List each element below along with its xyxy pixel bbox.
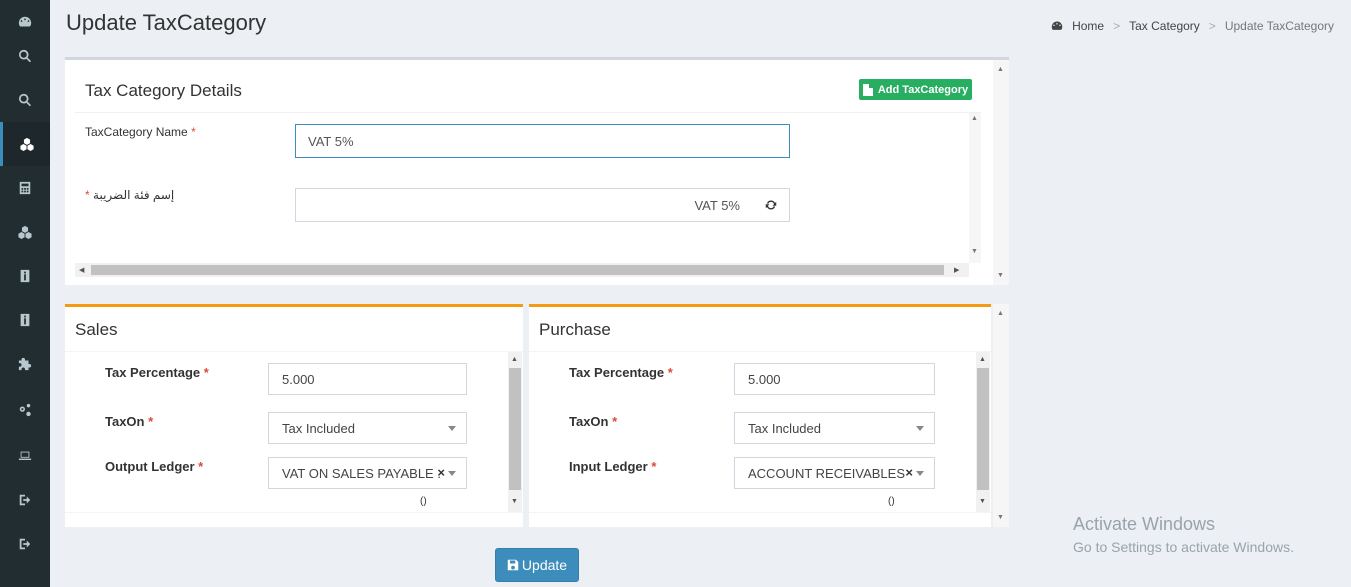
sales-ledger-note: (): [420, 496, 427, 507]
breadcrumb-home[interactable]: Home: [1072, 19, 1104, 33]
details-outer-scrollbar[interactable]: ▲ ▼: [993, 60, 1009, 285]
sidebar-item-logout-1[interactable]: [0, 478, 50, 522]
purchase-taxon-label: TaxOn *: [569, 414, 618, 429]
scroll-down-icon[interactable]: ▼: [997, 514, 1004, 521]
sales-title: Sales: [75, 320, 118, 339]
clear-icon[interactable]: ×: [437, 465, 445, 480]
purchase-tax-percentage-label: Tax Percentage *: [569, 365, 673, 380]
arabic-name-label: إسم فئة الضريبة *: [85, 188, 175, 202]
taxcategory-name-input[interactable]: VAT 5%: [295, 124, 790, 158]
sidebar-item-search-1[interactable]: [0, 34, 50, 78]
chevron-down-icon: [448, 426, 456, 431]
clear-icon[interactable]: ×: [905, 465, 913, 480]
add-taxcategory-label: Add TaxCategory: [877, 83, 969, 96]
purchase-tax-percentage-input[interactable]: 5.000: [734, 363, 935, 395]
sales-body: Tax Percentage * 5.000 TaxOn * Tax Inclu…: [65, 351, 523, 513]
add-taxcategory-button[interactable]: Add TaxCategory: [859, 79, 972, 100]
arabic-name-input[interactable]: VAT 5%: [295, 188, 753, 222]
purchase-ledger-note: (): [888, 496, 895, 507]
horizontal-scroll-thumb[interactable]: [91, 265, 944, 275]
scroll-down-icon[interactable]: ▼: [997, 272, 1004, 279]
lower-outer-scrollbar[interactable]: ▲ ▼: [993, 304, 1009, 527]
file-icon: [862, 83, 873, 96]
activate-windows-title: Activate Windows: [1073, 514, 1216, 534]
details-scroll-area: TaxCategory Name * VAT 5% إسم فئة الضريب…: [75, 112, 981, 277]
page-title: Update TaxCategory: [66, 10, 267, 35]
scroll-down-icon[interactable]: ▼: [971, 248, 978, 255]
refresh-icon: [765, 200, 776, 210]
sales-tax-percentage-label: Tax Percentage *: [105, 365, 209, 380]
dashboard-icon: [1051, 21, 1063, 30]
sales-output-ledger-label: Output Ledger *: [105, 459, 204, 474]
sidebar-item-search-2[interactable]: [0, 78, 50, 122]
translate-button[interactable]: [752, 188, 790, 222]
sidebar-item-logout-2[interactable]: [0, 522, 50, 566]
purchase-taxon-select[interactable]: Tax Included: [734, 412, 935, 444]
scroll-up-icon[interactable]: ▲: [979, 356, 986, 363]
purchase-input-ledger-select[interactable]: ACCOUNT RECEIVABLES ... ×: [734, 457, 935, 489]
scroll-up-icon[interactable]: ▲: [997, 310, 1004, 317]
sales-tax-percentage-input[interactable]: 5.000: [268, 363, 467, 395]
sign-out-icon: [19, 538, 31, 550]
breadcrumb-separator: >: [1113, 19, 1121, 33]
taxcategory-name-label: TaxCategory Name *: [85, 125, 196, 139]
info-icon: [20, 269, 30, 283]
calculator-icon: [19, 181, 31, 195]
info-icon: [20, 313, 30, 327]
chevron-down-icon: [448, 471, 456, 476]
chevron-down-icon: [916, 426, 924, 431]
scroll-up-icon[interactable]: ▲: [997, 66, 1004, 73]
sidebar-item-calculator[interactable]: [0, 166, 50, 210]
sales-scrollbar[interactable]: ▲ ▼: [508, 352, 522, 512]
sidebar-item-tax[interactable]: [0, 122, 50, 166]
puzzle-icon: [18, 357, 32, 371]
scroll-right-icon[interactable]: ▶: [954, 266, 959, 274]
sales-output-ledger-select[interactable]: VAT ON SALES PAYABLE ... ×: [268, 457, 467, 489]
activate-windows-subtitle: Go to Settings to activate Windows.: [1073, 539, 1294, 555]
details-horizontal-scrollbar[interactable]: ◀ ▶: [75, 263, 969, 277]
purchase-scroll-thumb[interactable]: [977, 368, 989, 490]
update-button[interactable]: Update: [495, 548, 579, 582]
purchase-body: Tax Percentage * 5.000 TaxOn * Tax Inclu…: [529, 351, 991, 513]
scroll-left-icon[interactable]: ◀: [79, 266, 84, 274]
save-icon: [507, 559, 519, 571]
sign-out-icon: [19, 494, 31, 506]
sidebar-item-info-1[interactable]: [0, 254, 50, 298]
details-vertical-scrollbar[interactable]: ▲ ▼: [969, 113, 981, 263]
sidebar-item-info-2[interactable]: [0, 298, 50, 342]
details-box: Tax Category Details Add TaxCategory Tax…: [65, 57, 1009, 285]
dashboard-icon: [18, 16, 32, 27]
sidebar-item-settings[interactable]: [0, 388, 50, 432]
sales-taxon-label: TaxOn *: [105, 414, 154, 429]
purchase-box: Purchase Tax Percentage * 5.000 TaxOn * …: [529, 304, 991, 527]
cogs-icon: [19, 403, 31, 417]
purchase-input-ledger-label: Input Ledger *: [569, 459, 657, 474]
sidebar-item-products[interactable]: [0, 210, 50, 254]
scroll-up-icon[interactable]: ▲: [971, 115, 978, 122]
chevron-down-icon: [916, 471, 924, 476]
breadcrumb-separator: >: [1208, 19, 1216, 33]
sidebar-item-system[interactable]: [0, 434, 50, 478]
search-icon: [19, 93, 32, 107]
purchase-title: Purchase: [539, 320, 611, 339]
sales-box: Sales Tax Percentage * 5.000 TaxOn * Tax…: [65, 304, 523, 527]
purchase-scrollbar[interactable]: ▲ ▼: [976, 352, 990, 512]
update-label: Update: [521, 557, 568, 573]
sidebar-item-plugins[interactable]: [0, 342, 50, 386]
laptop-icon: [18, 451, 32, 460]
sales-scroll-thumb[interactable]: [509, 368, 521, 490]
breadcrumb-parent[interactable]: Tax Category: [1129, 19, 1200, 33]
sidebar: [0, 0, 50, 587]
breadcrumb-current: Update TaxCategory: [1224, 19, 1334, 33]
scroll-down-icon[interactable]: ▼: [979, 498, 986, 505]
details-title: Tax Category Details: [85, 81, 242, 100]
sales-taxon-select[interactable]: Tax Included: [268, 412, 467, 444]
breadcrumb: Home > Tax Category > Update TaxCategory: [1051, 19, 1334, 33]
scroll-down-icon[interactable]: ▼: [511, 498, 518, 505]
cubes-icon: [18, 225, 32, 239]
search-icon: [19, 49, 32, 63]
cubes-icon: [19, 137, 34, 151]
scroll-up-icon[interactable]: ▲: [511, 356, 518, 363]
